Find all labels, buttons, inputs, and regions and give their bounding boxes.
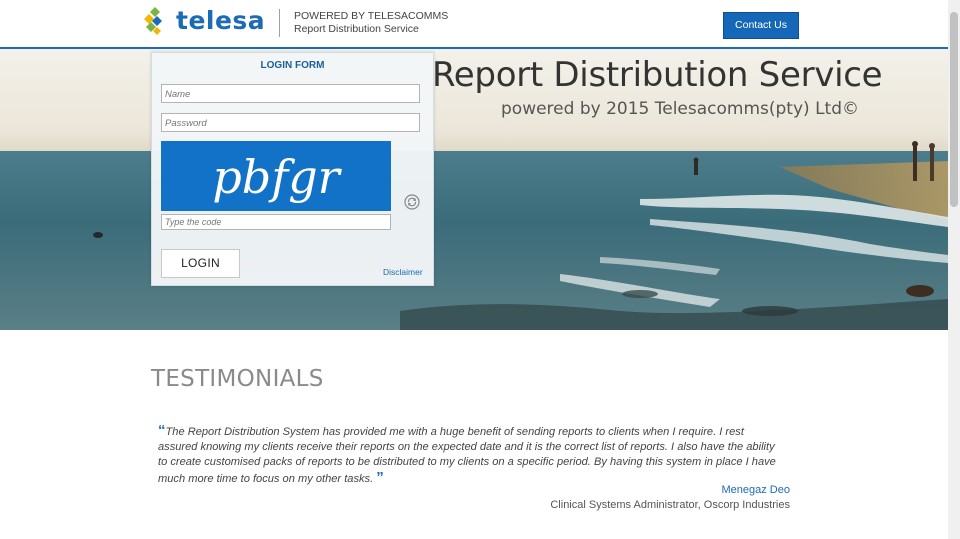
telesa-logo-icon — [144, 7, 162, 35]
testimonial-author: Menegaz Deo — [721, 484, 791, 496]
contact-us-button[interactable]: Contact Us — [723, 12, 799, 39]
captcha-image: pbfgr — [161, 141, 391, 211]
testimonial-author-role: Clinical Systems Administrator, Oscorp I… — [550, 499, 790, 511]
login-button[interactable]: LOGIN — [161, 249, 240, 278]
header-divider — [279, 9, 280, 37]
login-form: LOGIN FORM Name Password pbfgr Type the … — [151, 52, 434, 286]
name-input[interactable]: Name — [161, 84, 420, 103]
testimonials-heading: TESTIMONIALS — [151, 366, 324, 392]
logo-text[interactable]: telesa — [176, 6, 265, 35]
powered-by-label: POWERED BY TELESACOMMS — [294, 10, 449, 22]
refresh-captcha-icon[interactable] — [404, 194, 420, 210]
top-header: telesa POWERED BY TELESACOMMS Report Dis… — [0, 0, 948, 49]
open-quote-icon: “ — [158, 422, 166, 439]
captcha-code-input[interactable]: Type the code — [161, 214, 391, 230]
service-name-label: Report Distribution Service — [294, 23, 419, 35]
captcha-text: pbfgr — [212, 150, 342, 204]
login-form-title: LOGIN FORM — [260, 60, 325, 71]
close-quote-icon: ” — [376, 469, 384, 486]
password-input[interactable]: Password — [161, 113, 420, 132]
captcha-text-graphic: pbfgr — [212, 150, 342, 204]
testimonial-quote: “The Report Distribution System has prov… — [158, 423, 786, 487]
testimonial-quote-text: The Report Distribution System has provi… — [158, 426, 776, 485]
hero-subtitle: powered by 2015 Telesacomms(pty) Ltd© — [501, 99, 859, 119]
disclaimer-link[interactable]: Disclaimer — [383, 267, 423, 277]
scrollbar-thumb[interactable] — [950, 12, 958, 207]
hero-title: Report Distribution Service — [432, 55, 883, 95]
